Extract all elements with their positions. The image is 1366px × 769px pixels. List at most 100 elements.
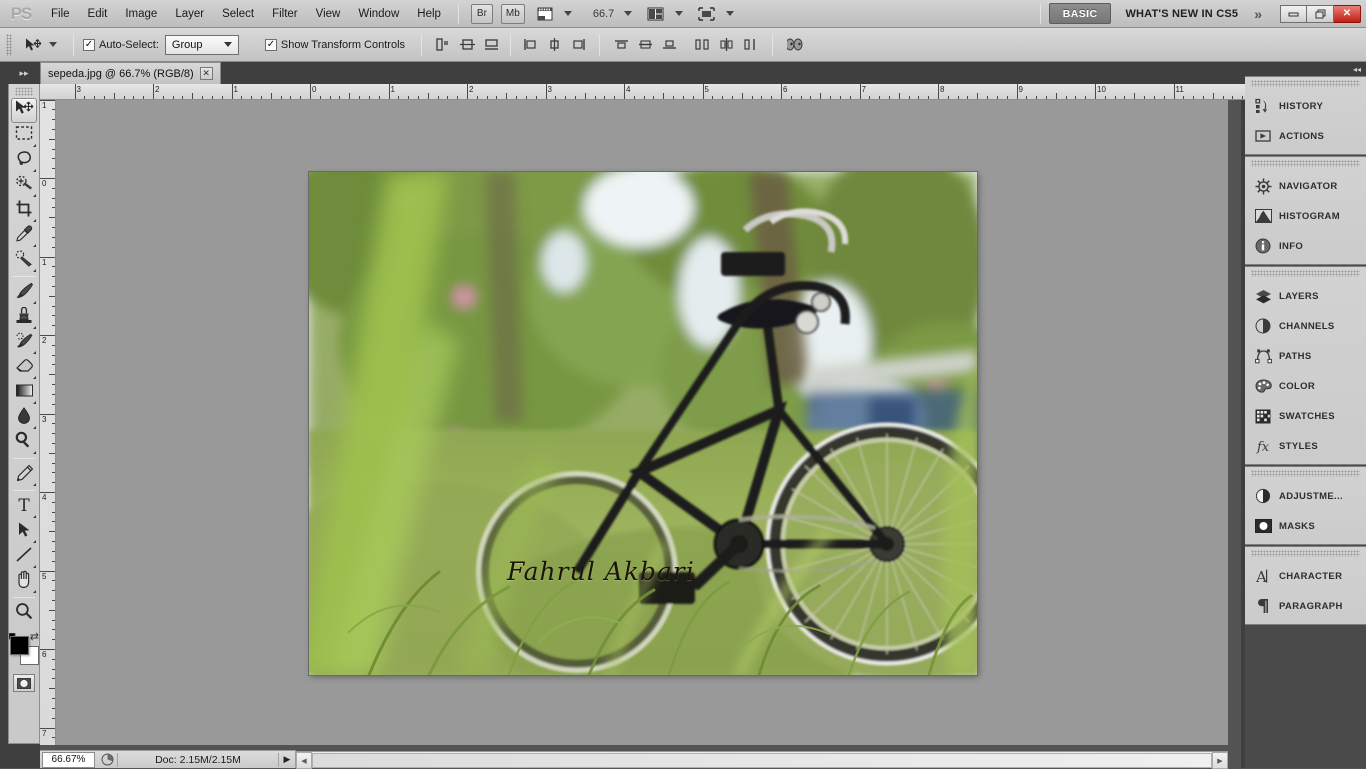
document-tab-close-icon[interactable]: ✕ bbox=[200, 67, 213, 80]
move-tool-icon[interactable] bbox=[21, 35, 45, 55]
lasso-tool[interactable] bbox=[11, 148, 37, 173]
distribute-bottom-edges-icon[interactable] bbox=[659, 35, 679, 55]
view-extras-dropdown-arrow[interactable] bbox=[564, 11, 572, 16]
align-bottom-edges-icon[interactable] bbox=[568, 35, 588, 55]
clone-stamp-tool[interactable] bbox=[11, 305, 37, 330]
tool-preset-dropdown-arrow[interactable] bbox=[49, 42, 57, 47]
line-tool[interactable] bbox=[11, 544, 37, 569]
menu-file[interactable]: File bbox=[42, 3, 79, 25]
align-right-edges-icon[interactable] bbox=[481, 35, 501, 55]
dock-item-masks[interactable]: MASKS bbox=[1245, 511, 1366, 541]
dock-item-actions[interactable]: ACTIONS bbox=[1245, 121, 1366, 151]
menu-view[interactable]: View bbox=[307, 3, 350, 25]
vertical-ruler[interactable]: 101234567 bbox=[40, 100, 56, 745]
dock-item-history[interactable]: HISTORY bbox=[1245, 91, 1366, 121]
auto-align-layers-icon[interactable] bbox=[785, 35, 809, 55]
quick-mask-mode-button[interactable] bbox=[13, 674, 35, 692]
dock-item-info[interactable]: INFO bbox=[1245, 231, 1366, 261]
status-bar-menu-arrow[interactable]: ▶ bbox=[279, 754, 295, 765]
eyedropper-tool[interactable] bbox=[11, 223, 37, 248]
scroll-left-arrow[interactable]: ◀ bbox=[296, 752, 312, 769]
align-horizontal-centers-icon[interactable] bbox=[457, 35, 477, 55]
move-tool[interactable] bbox=[11, 98, 37, 123]
mini-bridge-button[interactable]: Mb bbox=[501, 4, 525, 24]
zoom-level-dropdown-arrow[interactable] bbox=[624, 11, 632, 16]
foreground-color-swatch[interactable] bbox=[10, 636, 29, 655]
workspace-more-chevron-icon[interactable]: » bbox=[1254, 6, 1262, 22]
workspace-basic-tab[interactable]: BASIC bbox=[1049, 3, 1112, 24]
auto-select-checkbox[interactable]: ✓ bbox=[83, 39, 95, 51]
screen-mode-dropdown-arrow[interactable] bbox=[726, 11, 734, 16]
arrange-documents-dropdown-arrow[interactable] bbox=[675, 11, 683, 16]
dodge-tool[interactable] bbox=[11, 430, 37, 455]
scroll-right-arrow[interactable]: ▶ bbox=[1212, 752, 1228, 769]
align-vertical-centers-icon[interactable] bbox=[544, 35, 564, 55]
arrange-documents-icon[interactable] bbox=[643, 4, 668, 24]
brush-tool[interactable] bbox=[11, 280, 37, 305]
dock-item-adjustme[interactable]: ADJUSTME... bbox=[1245, 481, 1366, 511]
crop-tool[interactable] bbox=[11, 198, 37, 223]
dock-item-layers[interactable]: LAYERS bbox=[1245, 281, 1366, 311]
canvas-area[interactable]: Fahrul Akbari bbox=[56, 100, 1228, 745]
zoom-tool[interactable] bbox=[11, 601, 37, 626]
rectangular-marquee-tool[interactable] bbox=[11, 123, 37, 148]
distribute-vertical-centers-icon[interactable] bbox=[635, 35, 655, 55]
menu-image[interactable]: Image bbox=[116, 3, 166, 25]
minimize-button[interactable] bbox=[1280, 5, 1307, 23]
view-extras-icon[interactable] bbox=[533, 4, 557, 24]
canvas-horizontal-scrollbar[interactable]: ◀ ▶ bbox=[296, 751, 1228, 768]
document-preview-icon[interactable] bbox=[97, 753, 117, 766]
gradient-tool[interactable] bbox=[11, 380, 37, 405]
dock-item-histogram[interactable]: HISTOGRAM bbox=[1245, 201, 1366, 231]
distribute-top-edges-icon[interactable] bbox=[611, 35, 631, 55]
horizontal-ruler[interactable]: 32101234567891011 bbox=[40, 84, 1245, 100]
eraser-tool[interactable] bbox=[11, 355, 37, 380]
zoom-percentage-field[interactable]: 66.67% bbox=[42, 752, 95, 768]
screen-mode-icon[interactable] bbox=[694, 4, 719, 24]
dock-group-gripper[interactable] bbox=[1251, 470, 1360, 477]
dock-item-paths[interactable]: PATHS bbox=[1245, 341, 1366, 371]
tools-panel-gripper[interactable] bbox=[15, 87, 33, 96]
dock-group-gripper[interactable] bbox=[1251, 160, 1360, 167]
show-transform-controls-checkbox[interactable]: ✓ bbox=[265, 39, 277, 51]
menu-filter[interactable]: Filter bbox=[263, 3, 307, 25]
restore-button[interactable] bbox=[1307, 5, 1334, 23]
collapse-left-panel-icon[interactable]: ▸▸ bbox=[8, 62, 40, 84]
align-left-edges-icon[interactable] bbox=[433, 35, 453, 55]
menu-layer[interactable]: Layer bbox=[166, 3, 213, 25]
spot-healing-brush-tool[interactable] bbox=[11, 248, 37, 273]
dock-item-swatches[interactable]: SWATCHES bbox=[1245, 401, 1366, 431]
workspace-whats-new-tab[interactable]: WHAT'S NEW IN CS5 bbox=[1125, 8, 1238, 20]
dock-item-paragraph[interactable]: PARAGRAPH bbox=[1245, 591, 1366, 621]
dock-group-gripper[interactable] bbox=[1251, 270, 1360, 277]
align-top-edges-icon[interactable] bbox=[520, 35, 540, 55]
bridge-button[interactable]: Br bbox=[471, 4, 493, 24]
dock-item-channels[interactable]: CHANNELS bbox=[1245, 311, 1366, 341]
auto-select-scope-dropdown[interactable]: Group bbox=[165, 35, 239, 55]
path-selection-tool[interactable] bbox=[11, 519, 37, 544]
blur-tool[interactable] bbox=[11, 405, 37, 430]
history-brush-tool[interactable] bbox=[11, 330, 37, 355]
options-bar-gripper[interactable] bbox=[6, 34, 12, 56]
dock-group-gripper[interactable] bbox=[1251, 550, 1360, 557]
horizontal-type-tool[interactable]: T bbox=[11, 494, 37, 519]
pen-tool[interactable] bbox=[11, 462, 37, 487]
dock-item-character[interactable]: ACHARACTER bbox=[1245, 561, 1366, 591]
dock-item-navigator[interactable]: NAVIGATOR bbox=[1245, 171, 1366, 201]
dock-item-color[interactable]: COLOR bbox=[1245, 371, 1366, 401]
horizontal-scroll-thumb[interactable] bbox=[312, 753, 1212, 768]
dock-collapse-header[interactable]: ◂◂ bbox=[1245, 62, 1366, 76]
distribute-right-edges-icon[interactable] bbox=[740, 35, 760, 55]
dock-group-gripper[interactable] bbox=[1251, 80, 1360, 87]
menu-select[interactable]: Select bbox=[213, 3, 263, 25]
menu-edit[interactable]: Edit bbox=[79, 3, 117, 25]
dock-item-styles[interactable]: fxSTYLES bbox=[1245, 431, 1366, 461]
document-tab-sepeda[interactable]: sepeda.jpg @ 66.7% (RGB/8) ✕ bbox=[40, 62, 221, 84]
distribute-horizontal-centers-icon[interactable] bbox=[716, 35, 736, 55]
hand-tool[interactable] bbox=[11, 569, 37, 594]
menu-window[interactable]: Window bbox=[349, 3, 408, 25]
close-window-button[interactable]: ✕ bbox=[1334, 5, 1361, 23]
menu-help[interactable]: Help bbox=[408, 3, 450, 25]
dock-collapse-icon[interactable]: ◂◂ bbox=[1353, 65, 1361, 74]
swap-colors-icon[interactable]: ⇄ bbox=[30, 630, 39, 643]
